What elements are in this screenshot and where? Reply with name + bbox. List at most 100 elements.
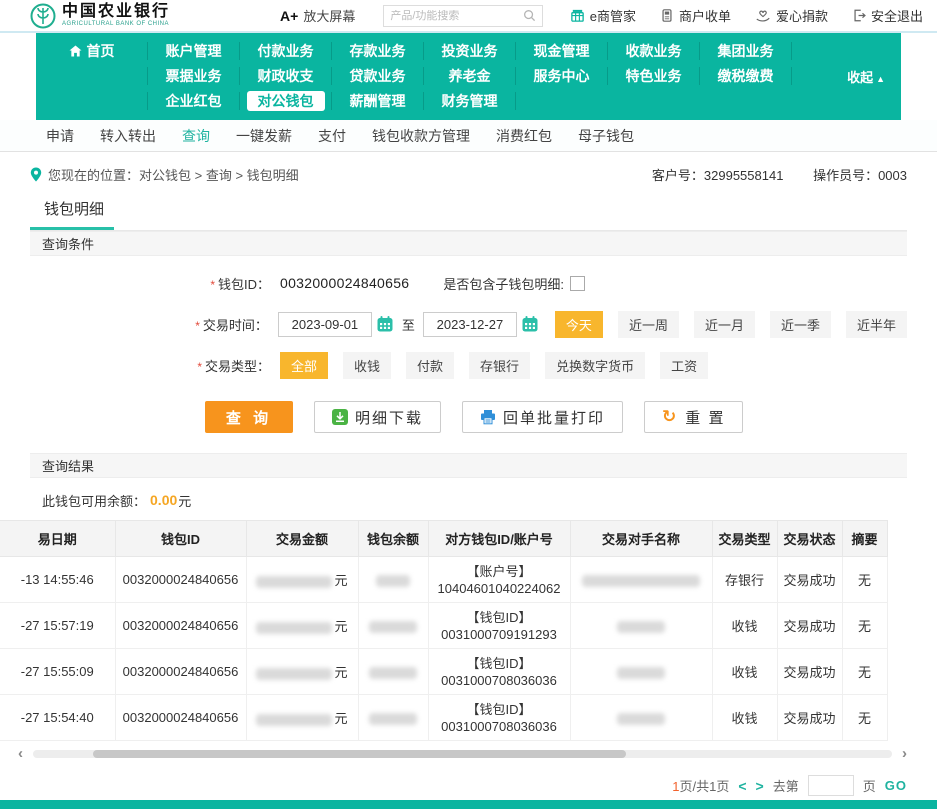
search-button[interactable]: 查 询 <box>205 401 293 433</box>
type-chip-deposit[interactable]: 存银行 <box>469 352 530 379</box>
subnav-item[interactable]: 一键发薪 <box>236 126 292 146</box>
type-chip-exchange[interactable]: 兑换数字货币 <box>545 352 645 379</box>
scroll-right-arrow-icon[interactable]: › <box>902 747 907 761</box>
range-chip-week[interactable]: 近一周 <box>618 311 679 338</box>
cell-wallet-id: 0032000024840656 <box>115 603 246 649</box>
col-counterparty-id: 对方钱包ID/账户号 <box>428 521 570 557</box>
menu-item[interactable]: 投资业务 <box>424 42 516 60</box>
redacted-name <box>617 667 665 679</box>
product-search <box>383 5 543 27</box>
menu-item[interactable]: 收款业务 <box>608 42 700 60</box>
menu-item[interactable]: 服务中心 <box>516 67 608 85</box>
cell-date: -13 14:55:46 <box>0 557 115 603</box>
menu-collapse-button[interactable]: 收起▲ <box>792 67 901 86</box>
subnav-item[interactable]: 钱包收款方管理 <box>372 126 470 146</box>
store-icon <box>570 8 585 23</box>
breadcrumb-row: 您现在的位置： 对公钱包 > 查询 > 钱包明细 客户号：32995558141… <box>30 165 907 184</box>
go-button[interactable]: GO <box>885 778 907 793</box>
subnav-item[interactable]: 支付 <box>318 126 346 146</box>
customer-no-label: 客户号： <box>652 168 704 183</box>
redacted-amount <box>256 576 332 588</box>
link-label: e商管家 <box>590 6 636 25</box>
reset-button[interactable]: ↻ 重 置 <box>644 401 743 433</box>
menu-item[interactable]: 票据业务 <box>148 67 240 85</box>
cell-status: 交易成功 <box>777 557 842 603</box>
tab-wallet-detail[interactable]: 钱包明细 <box>30 198 114 230</box>
menu-item[interactable]: 贷款业务 <box>332 67 424 85</box>
type-chip-salary[interactable]: 工资 <box>660 352 708 379</box>
link-merchant-acquiring[interactable]: 商户收单 <box>660 6 731 25</box>
link-safe-logout[interactable]: 安全退出 <box>852 6 923 25</box>
type-chip-receive[interactable]: 收钱 <box>343 352 391 379</box>
main-menu: 首页 账户管理 付款业务 存款业务 投资业务 现金管理 收款业务 集团业务 票据… <box>36 33 901 120</box>
table-row: -13 14:55:46 0032000024840656 元 【账户号】 10… <box>0 557 887 603</box>
menu-item[interactable]: 财务管理 <box>424 92 516 110</box>
menu-item[interactable]: 现金管理 <box>516 42 608 60</box>
menu-item-label: 对公钱包 <box>247 91 325 111</box>
cell-amount: 元 <box>246 649 358 695</box>
menu-item[interactable]: 薪酬管理 <box>332 92 424 110</box>
cell-status: 交易成功 <box>777 603 842 649</box>
range-chip-today[interactable]: 今天 <box>555 311 603 338</box>
subnav-item[interactable]: 消费红包 <box>496 126 552 146</box>
cell-wallet-id: 0032000024840656 <box>115 695 246 741</box>
goto-page-input[interactable] <box>808 775 854 796</box>
search-icon[interactable] <box>523 9 536 22</box>
date-from-input[interactable] <box>278 312 372 337</box>
redacted-name <box>617 621 665 633</box>
subnav-item[interactable]: 转入转出 <box>100 126 156 146</box>
type-chip-all[interactable]: 全部 <box>280 352 328 379</box>
menu-item-home[interactable]: 首页 <box>36 42 148 60</box>
cell-date: -27 15:55:09 <box>0 649 115 695</box>
wallet-id-label: 钱包ID： <box>218 277 270 292</box>
breadcrumb: 对公钱包 > 查询 > 钱包明细 <box>139 165 299 184</box>
sub-nav: 申请 转入转出 查询 一键发薪 支付 钱包收款方管理 消费红包 母子钱包 <box>0 120 937 152</box>
scroll-left-arrow-icon[interactable]: ‹ <box>18 747 23 761</box>
menu-spacer <box>36 67 148 85</box>
redacted-name <box>617 713 665 725</box>
tab-bar: 钱包明细 <box>30 198 907 231</box>
menu-item[interactable]: 特色业务 <box>608 67 700 85</box>
type-chip-pay[interactable]: 付款 <box>406 352 454 379</box>
menu-item[interactable]: 养老金 <box>424 67 516 85</box>
search-input[interactable] <box>390 10 523 22</box>
calendar-icon[interactable] <box>521 315 539 333</box>
range-chip-quarter[interactable]: 近一季 <box>770 311 831 338</box>
include-sub-wallet-checkbox[interactable] <box>570 276 585 291</box>
cell-counterparty-id: 【账户号】 10404601040224062 <box>428 557 570 603</box>
operator-no-value: 0003 <box>878 168 907 183</box>
menu-item[interactable]: 集团业务 <box>700 42 792 60</box>
date-to-input[interactable] <box>423 312 517 337</box>
collapse-label: 收起 <box>847 70 873 85</box>
screen-zoom-control[interactable]: A+ 放大屏幕 <box>280 6 355 25</box>
subnav-item-active[interactable]: 查询 <box>182 126 210 146</box>
download-details-button[interactable]: 明细下载 <box>314 401 441 433</box>
zoom-label: 放大屏幕 <box>303 6 355 25</box>
query-conditions-header: 查询条件 <box>30 231 907 256</box>
range-chip-month[interactable]: 近一月 <box>694 311 755 338</box>
scrollbar-thumb[interactable] <box>93 750 626 758</box>
prev-page-button[interactable]: < <box>738 778 746 794</box>
batch-print-receipts-button[interactable]: 回单批量打印 <box>462 401 623 433</box>
next-page-button[interactable]: > <box>756 778 764 794</box>
menu-item[interactable]: 存款业务 <box>332 42 424 60</box>
menu-item[interactable]: 账户管理 <box>148 42 240 60</box>
scrollbar-track[interactable] <box>33 750 892 758</box>
subnav-item[interactable]: 母子钱包 <box>578 126 634 146</box>
cell-counterparty-name <box>570 557 712 603</box>
calendar-icon[interactable] <box>376 315 394 333</box>
link-charity-donation[interactable]: 爱心捐款 <box>755 6 828 25</box>
col-wallet-id: 钱包ID <box>115 521 246 557</box>
menu-item-active[interactable]: 对公钱包 <box>240 92 332 110</box>
menu-item[interactable]: 财政收支 <box>240 67 332 85</box>
menu-item[interactable]: 缴税缴费 <box>700 67 792 85</box>
subnav-item[interactable]: 申请 <box>46 126 74 146</box>
menu-item[interactable]: 付款业务 <box>240 42 332 60</box>
button-label: 重 置 <box>685 407 725 428</box>
range-chip-half-year[interactable]: 近半年 <box>846 311 907 338</box>
pagination: 1页/共1页 < > 去第 页 GO <box>0 775 907 796</box>
link-e-merchant[interactable]: e商管家 <box>570 6 636 25</box>
cell-amount: 元 <box>246 557 358 603</box>
collapse-arrow-icon: ▲ <box>876 74 885 84</box>
menu-item[interactable]: 企业红包 <box>148 92 240 110</box>
